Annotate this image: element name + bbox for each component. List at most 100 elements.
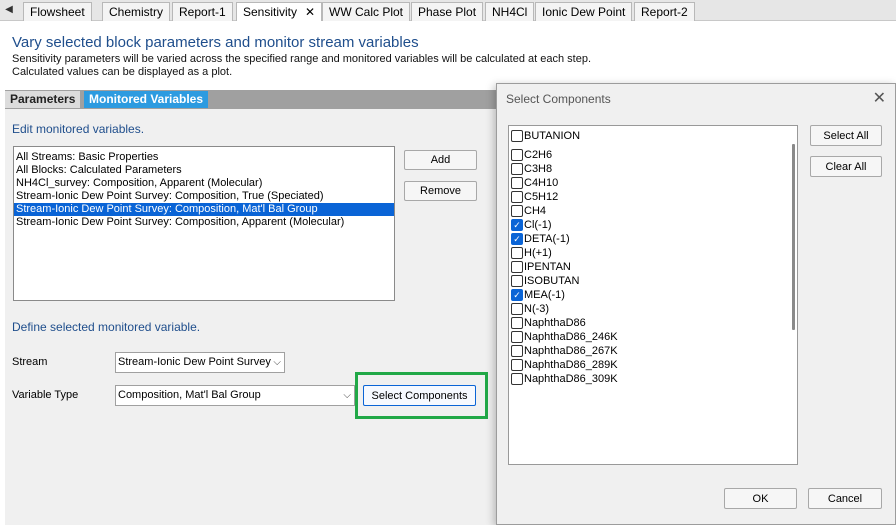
tab-nh4cl[interactable]: NH4Cl <box>485 2 535 21</box>
add-button[interactable]: Add <box>404 150 477 170</box>
checkbox[interactable] <box>511 205 523 217</box>
component-item[interactable]: C3H8 <box>511 162 552 176</box>
monitored-variables-list[interactable]: All Streams: Basic Properties All Blocks… <box>13 146 395 301</box>
checkbox[interactable] <box>511 247 523 259</box>
page-description-line-2: Calculated values can be displayed as a … <box>12 66 233 78</box>
component-item[interactable]: BUTANION <box>511 129 580 143</box>
tab-sensitivity[interactable]: Sensitivity ✕ <box>236 2 323 22</box>
tab-label: Chemistry <box>109 5 164 19</box>
tab-label: Ionic Dew Point <box>542 5 626 19</box>
select-all-button[interactable]: Select All <box>810 125 882 146</box>
checkbox[interactable] <box>511 275 523 287</box>
page-description-line-1: Sensitivity parameters will be varied ac… <box>12 53 592 65</box>
component-name: C5H12 <box>524 191 559 203</box>
component-item[interactable]: CH4 <box>511 204 546 218</box>
cancel-button[interactable]: Cancel <box>808 488 882 509</box>
component-item[interactable]: ✓ MEA(-1) <box>511 288 565 302</box>
list-item[interactable]: Stream-Ionic Dew Point Survey: Compositi… <box>14 216 394 229</box>
tab-label: WW Calc Plot <box>329 5 404 19</box>
tab-label: Sensitivity <box>243 5 298 19</box>
component-name: DETA(-1) <box>524 233 570 245</box>
variable-type-dropdown[interactable]: Composition, Mat'l Bal Group ⌵ <box>115 385 355 406</box>
checkbox[interactable] <box>511 130 523 142</box>
checkbox[interactable] <box>511 359 523 371</box>
stream-dropdown[interactable]: Stream-Ionic Dew Point Survey ⌵ <box>115 352 285 373</box>
component-name: IPENTAN <box>524 261 571 273</box>
checkbox[interactable] <box>511 261 523 273</box>
component-item[interactable]: C5H12 <box>511 190 558 204</box>
component-item[interactable]: N(-3) <box>511 302 549 316</box>
component-item[interactable]: NaphthaD86_289K <box>511 358 618 372</box>
list-item[interactable]: NH4Cl_survey: Composition, Apparent (Mol… <box>14 177 394 190</box>
tab-phase-plot[interactable]: Phase Plot <box>411 2 484 21</box>
subtab-parameters[interactable]: Parameters <box>5 91 81 108</box>
tab-label: Phase Plot <box>418 5 477 19</box>
page-title: Vary selected block parameters and monit… <box>12 34 419 51</box>
checkbox[interactable] <box>511 177 523 189</box>
chevron-down-icon: ⌵ <box>273 357 281 368</box>
list-item[interactable]: Stream-Ionic Dew Point Survey: Compositi… <box>14 190 394 203</box>
checkbox-checked[interactable]: ✓ <box>511 233 523 245</box>
component-item[interactable]: NaphthaD86_267K <box>511 344 618 358</box>
checkbox[interactable] <box>511 317 523 329</box>
tab-ionic-dew-point[interactable]: Ionic Dew Point <box>535 2 633 21</box>
checkbox[interactable] <box>511 345 523 357</box>
subtab-monitored-variables[interactable]: Monitored Variables <box>84 91 209 108</box>
component-item[interactable]: NaphthaD86_246K <box>511 330 618 344</box>
component-name: Cl(-1) <box>524 219 552 231</box>
checkbox[interactable] <box>511 303 523 315</box>
component-item[interactable]: C2H6 <box>511 148 552 162</box>
checkbox[interactable] <box>511 191 523 203</box>
tab-report-2[interactable]: Report-2 <box>634 2 695 21</box>
clear-all-button[interactable]: Clear All <box>810 156 882 177</box>
checkbox-checked[interactable]: ✓ <box>511 289 523 301</box>
variable-type-dropdown-value: Composition, Mat'l Bal Group <box>118 389 261 401</box>
stream-label: Stream <box>12 356 48 368</box>
component-name: ISOBUTAN <box>524 275 580 287</box>
component-name: NaphthaD86_289K <box>524 359 618 371</box>
document-tab-strip: ◀ Flowsheet Chemistry Report-1 Sensitivi… <box>0 0 896 22</box>
ok-button[interactable]: OK <box>724 488 797 509</box>
component-name: NaphthaD86_309K <box>524 373 618 385</box>
component-name: C3H8 <box>524 163 553 175</box>
remove-button[interactable]: Remove <box>404 181 477 201</box>
component-name: NaphthaD86_246K <box>524 331 618 343</box>
component-name: N(-3) <box>524 303 550 315</box>
select-components-button[interactable]: Select Components <box>363 385 476 406</box>
tab-ww-calc-plot[interactable]: WW Calc Plot <box>322 2 411 21</box>
checkbox[interactable] <box>511 331 523 343</box>
list-item[interactable]: All Streams: Basic Properties <box>14 151 394 164</box>
tab-report-1[interactable]: Report-1 <box>172 2 233 21</box>
component-item[interactable]: H(+1) <box>511 246 552 260</box>
close-icon[interactable]: ✕ <box>873 88 886 108</box>
tab-label: Report-1 <box>179 5 226 19</box>
tab-label: NH4Cl <box>492 5 528 19</box>
component-name: H(+1) <box>524 247 552 259</box>
checkbox[interactable] <box>511 149 523 161</box>
component-item[interactable]: ✓ Cl(-1) <box>511 218 552 232</box>
list-item-selected[interactable]: Stream-Ionic Dew Point Survey: Compositi… <box>14 203 394 216</box>
chevron-down-icon: ⌵ <box>343 390 351 401</box>
variable-type-label: Variable Type <box>12 389 79 401</box>
tab-chemistry[interactable]: Chemistry <box>102 2 171 21</box>
tab-flowsheet[interactable]: Flowsheet <box>23 2 92 21</box>
component-name: MEA(-1) <box>524 289 565 301</box>
checkbox[interactable] <box>511 373 523 385</box>
close-tab-icon[interactable]: ✕ <box>305 5 315 19</box>
component-item[interactable]: NaphthaD86_309K <box>511 372 618 386</box>
checkbox-checked[interactable]: ✓ <box>511 219 523 231</box>
component-item[interactable]: IPENTAN <box>511 260 571 274</box>
component-checklist[interactable]: BUTANION C2H6 C3H8 C4H10 C5H12 CH4 ✓ Cl(-… <box>508 125 798 465</box>
tab-scroll-left-icon[interactable]: ◀ <box>2 3 16 19</box>
component-name: NaphthaD86 <box>524 317 586 329</box>
list-item[interactable]: All Blocks: Calculated Parameters <box>14 164 394 177</box>
dialog-title: Select Components <box>506 92 611 106</box>
vertical-scrollbar[interactable] <box>792 144 795 330</box>
component-item[interactable]: NaphthaD86 <box>511 316 586 330</box>
component-item[interactable]: C4H10 <box>511 176 558 190</box>
component-item[interactable]: ✓ DETA(-1) <box>511 232 570 246</box>
select-components-dialog: Select Components ✕ BUTANION C2H6 C3H8 C… <box>496 83 896 525</box>
define-variable-label: Define selected monitored variable. <box>12 320 201 334</box>
checkbox[interactable] <box>511 163 523 175</box>
component-item[interactable]: ISOBUTAN <box>511 274 579 288</box>
